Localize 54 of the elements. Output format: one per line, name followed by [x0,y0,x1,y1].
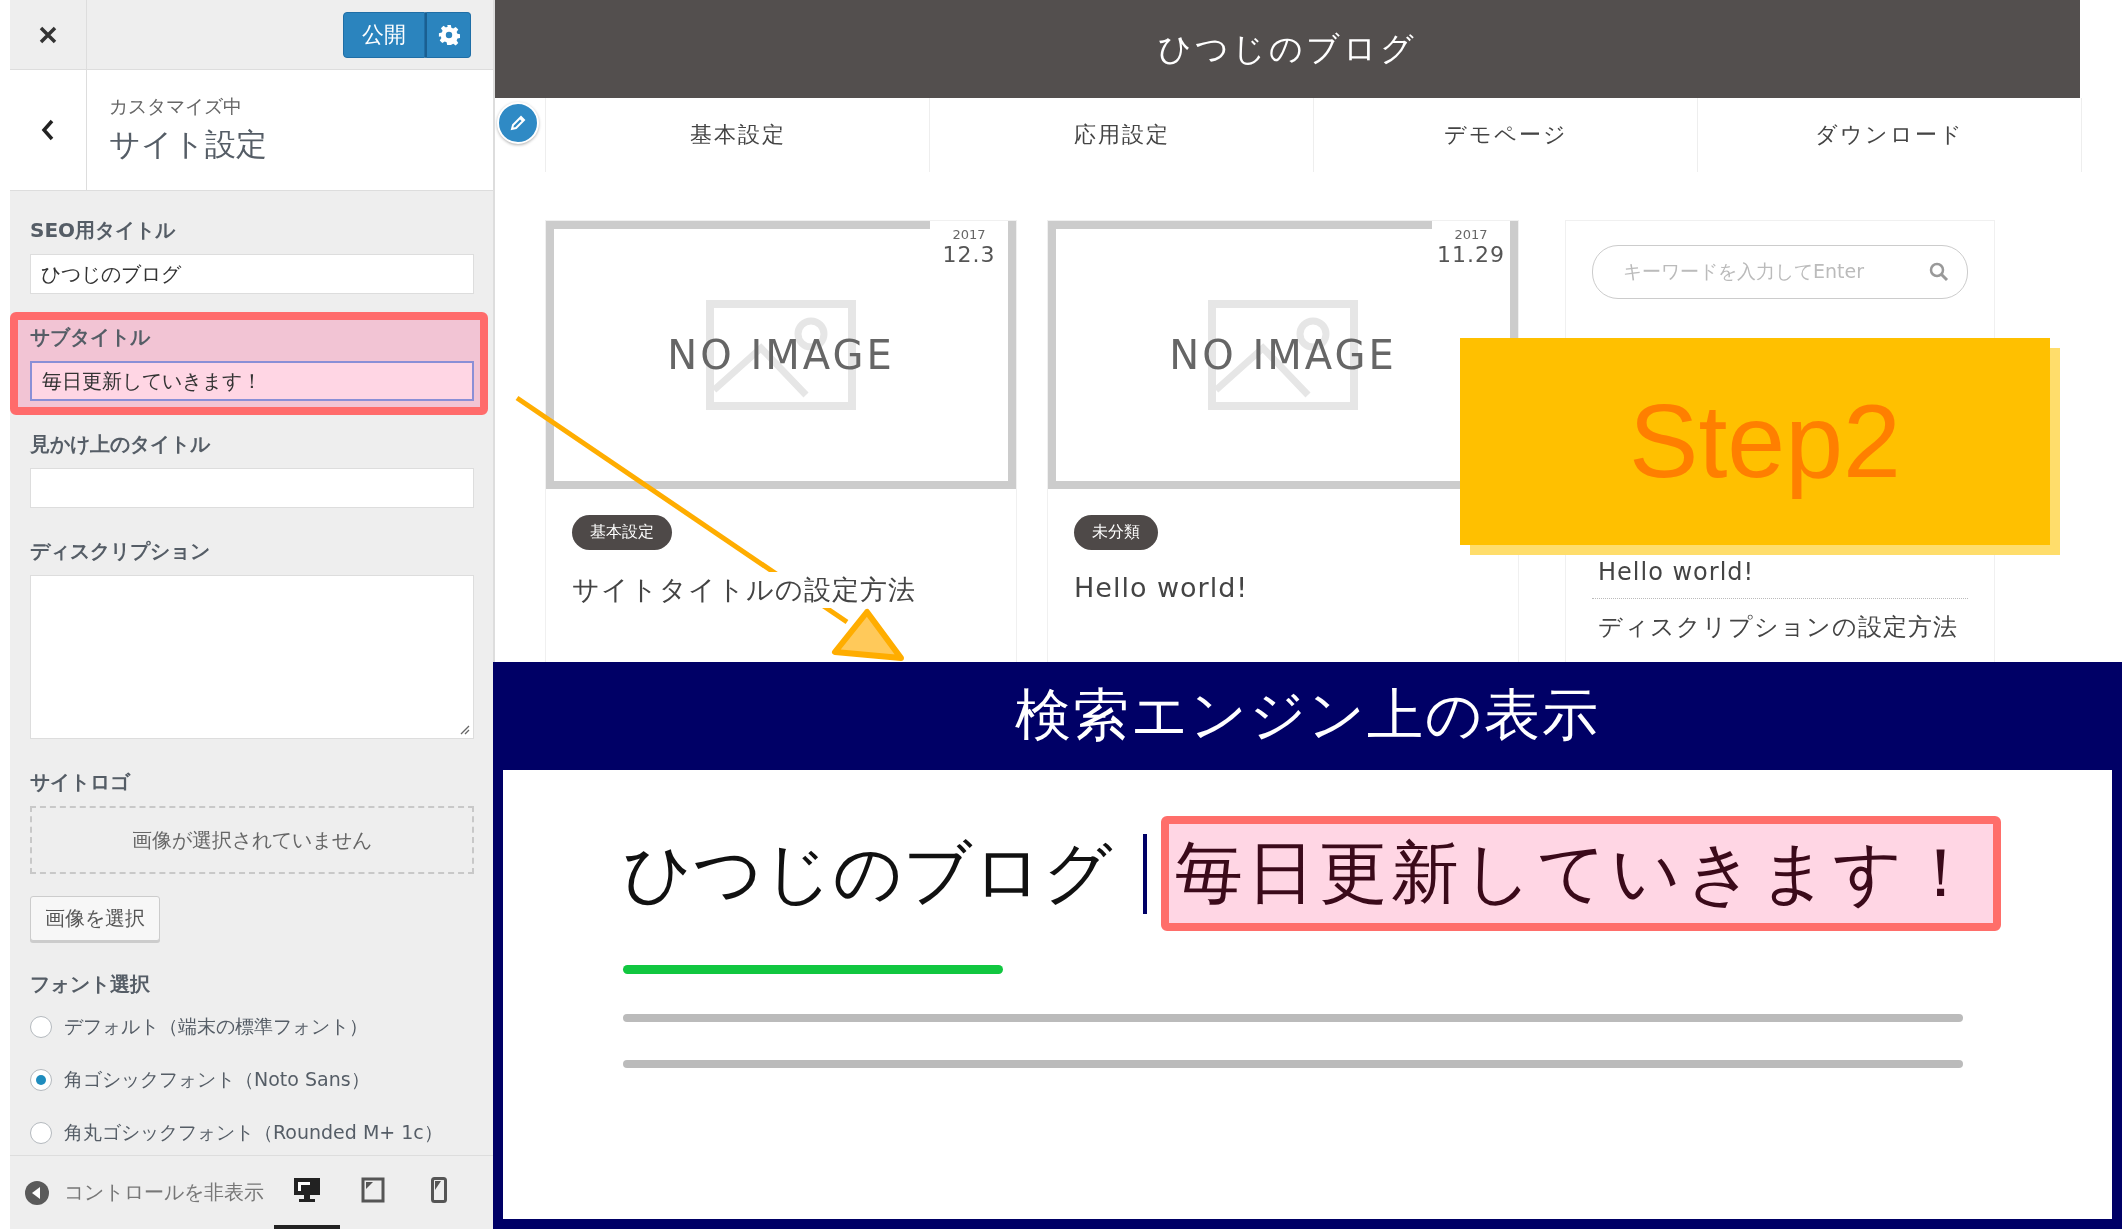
no-image-text: NO IMAGE [667,332,895,378]
no-image-text: NO IMAGE [1169,332,1397,378]
radio-button[interactable] [30,1069,52,1091]
radio-label: 角丸ゴシックフォント（Rounded M+ 1c） [64,1120,443,1145]
post-year: 2017 [952,227,986,242]
field-label: サブタイトル [30,324,150,351]
field-label: ディスクリプション [30,538,210,565]
close-icon [38,24,58,45]
text-field[interactable]: 毎日更新していきます！ [30,361,474,401]
select-image-button[interactable]: 画像を選択 [30,896,160,941]
resize-handle-icon[interactable] [458,723,470,735]
nav-link[interactable]: デモページ [1313,98,1697,172]
pencil-icon [508,113,528,133]
category-tag[interactable]: 基本設定 [572,515,672,550]
panel-title: 検索エンジン上の表示 [1015,681,1600,749]
result-title: ひつじのブログ [623,832,1113,914]
settings-icon [437,23,460,46]
nav-link[interactable]: 応用設定 [929,98,1313,172]
site-title: ひつじのブログ [1158,27,1417,70]
field-label: SEO用タイトル [30,217,176,244]
nav-link[interactable]: ダウンロード [1697,98,2082,172]
post-title[interactable]: サイトタイトルの設定方法 [572,572,916,608]
result-subtitle: 毎日更新していきます！ [1175,833,1979,912]
publish-button[interactable]: 公開 [343,11,425,58]
nav-link[interactable]: 基本設定 [545,98,929,172]
post-year: 2017 [1454,227,1488,242]
text-field[interactable]: ひつじのブログ [30,254,474,294]
collapse-icon [24,1179,50,1206]
textarea-field[interactable] [30,575,474,739]
text-field[interactable] [30,468,474,508]
phone-icon [431,1177,447,1203]
radio-label: 角ゴシックフォント（Noto Sans） [64,1067,370,1092]
monitor-icon [293,1177,321,1203]
back-icon [41,118,55,142]
settings-button[interactable] [425,11,471,58]
breadcrumb: カスタマイズ中 [109,94,243,119]
field-label: フォント選択 [30,971,150,998]
search-placeholder: キーワードを入力してEnter [1623,259,1864,284]
section-title: サイト設定 [109,125,267,164]
radio-label: デフォルト（端末の標準フォント） [64,1014,368,1039]
radio-button[interactable] [30,1016,52,1038]
status-text: 画像が選択されていません [132,826,372,854]
hide-controls-button[interactable]: コントロールを非表示 [24,1179,264,1206]
post-date: 11.29 [1437,242,1505,267]
post-date: 12.3 [942,242,996,267]
category-tag[interactable]: 未分類 [1074,515,1158,550]
sidebar-link[interactable]: ディスクリプションの設定方法 [1592,598,1968,655]
edit-button[interactable] [497,102,539,144]
field-label: 見かけ上のタイトル [30,431,210,458]
search-icon [1929,262,1949,282]
field-label: サイトロゴ [30,769,130,796]
radio-button[interactable] [30,1122,52,1144]
step-label: Step2 [1629,382,1901,501]
tablet-icon [361,1177,385,1203]
